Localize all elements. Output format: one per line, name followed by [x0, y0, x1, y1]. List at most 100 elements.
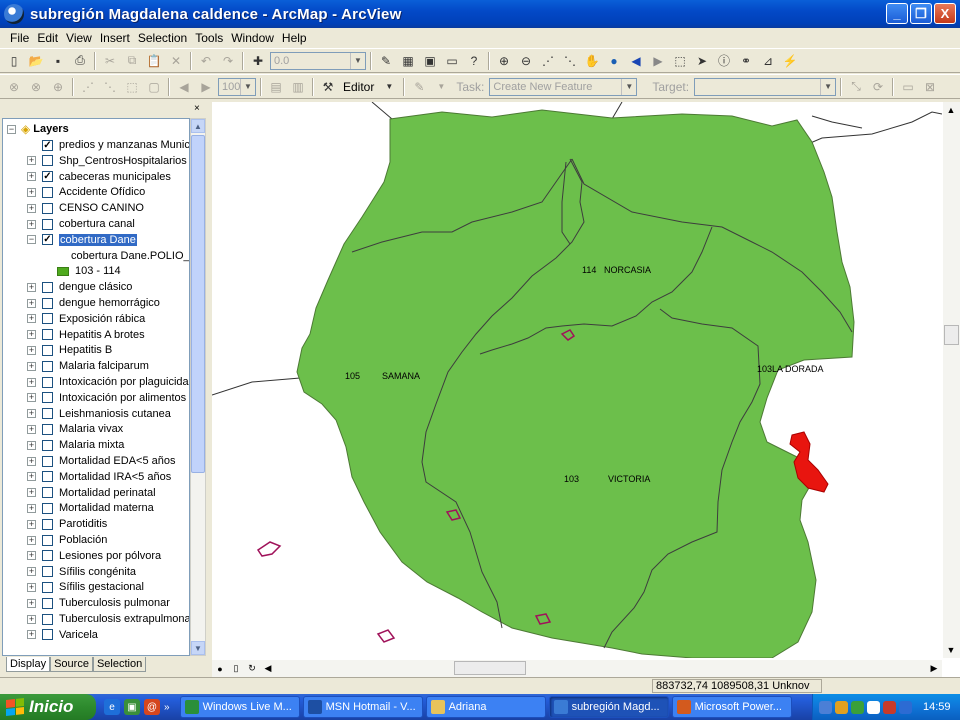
layer-row[interactable]: + Malaria vivax	[3, 421, 123, 437]
layer-row[interactable]: + Leishmaniosis cutanea	[3, 406, 171, 422]
layer-row[interactable]: + Intoxicación por plaguicidas	[3, 374, 189, 390]
layer-visibility-checkbox[interactable]: ✓	[42, 234, 53, 246]
layer-name[interactable]: Accidente Ofídico	[59, 186, 145, 198]
taskbar-button[interactable]: subregión Magd...	[548, 696, 669, 718]
taskbar-button[interactable]: MSN Hotmail - V...	[302, 696, 423, 718]
select-elements-icon[interactable]: ➤	[692, 51, 712, 71]
editor-toolbar-icon[interactable]: ✎	[376, 51, 396, 71]
layer-row[interactable]: + Sífilis congénita	[3, 564, 136, 580]
outlook-icon[interactable]: @	[144, 699, 160, 715]
menu-view[interactable]: View	[62, 31, 96, 45]
scroll-left-icon[interactable]: ◀	[260, 661, 276, 677]
save-icon[interactable]: ▪	[48, 51, 68, 71]
menu-edit[interactable]: Edit	[33, 31, 62, 45]
back-extent-icon[interactable]: ◀	[626, 51, 646, 71]
layer-visibility-checkbox[interactable]	[42, 566, 53, 578]
sketch-properties-icon[interactable]: ⊠	[920, 77, 940, 97]
layout-fixed-zoom-out-icon[interactable]: ⋱	[100, 77, 120, 97]
toc-scroll-thumb[interactable]	[191, 135, 205, 473]
georef-icon-2[interactable]: ⊗	[26, 77, 46, 97]
editor-menu[interactable]: Editor	[340, 80, 377, 94]
layer-name[interactable]: Exposición rábica	[59, 313, 145, 325]
map-scale-combo[interactable]: 0.0 ▼	[270, 51, 366, 70]
layer-row[interactable]: + dengue hemorrágico	[3, 295, 160, 311]
expand-icon[interactable]: +	[27, 361, 36, 371]
msn-icon[interactable]	[835, 700, 848, 714]
expand-icon[interactable]: +	[27, 377, 36, 387]
layer-row[interactable]: ✓ predios y manzanas Municip	[3, 137, 189, 153]
layer-row[interactable]: + Intoxicación por alimentos	[3, 390, 186, 406]
layer-visibility-checkbox[interactable]: ✓	[42, 139, 53, 151]
expand-icon[interactable]: +	[27, 630, 36, 640]
expand-icon[interactable]: +	[27, 488, 36, 498]
focus-frame-icon[interactable]: ▥	[288, 77, 308, 97]
chevron-down-icon[interactable]: ▼	[621, 78, 637, 95]
layer-row[interactable]: + ✓ cabeceras municipales	[3, 169, 171, 185]
layer-name[interactable]: cobertura canal	[59, 218, 135, 230]
identify-icon[interactable]: ⓘ	[714, 51, 734, 71]
layer-name[interactable]: dengue clásico	[59, 281, 132, 293]
map-canvas[interactable]: 114 NORCASIA 105 SAMANA 103LA DORADA 103…	[212, 102, 942, 658]
menu-help[interactable]: Help	[278, 31, 311, 45]
scroll-up-icon[interactable]: ▲	[191, 119, 205, 133]
sketch-tool-icon[interactable]: ✎	[409, 77, 429, 97]
layer-visibility-checkbox[interactable]	[42, 550, 53, 562]
scroll-down-icon[interactable]: ▼	[943, 642, 959, 658]
chevron-down-icon[interactable]: ▼	[350, 52, 365, 69]
layer-row[interactable]: + Población	[3, 532, 107, 548]
layer-row[interactable]: + Lesiones por pólvora	[3, 548, 161, 564]
layers-root[interactable]: − ◈ Layers	[3, 121, 69, 137]
scroll-right-icon[interactable]: ▶	[926, 661, 942, 677]
network-icon[interactable]	[819, 700, 832, 714]
expand-icon[interactable]: +	[27, 219, 36, 229]
expand-icon[interactable]: +	[27, 424, 36, 434]
layer-row[interactable]: + Mortalidad IRA<5 años	[3, 469, 171, 485]
chevron-down-icon[interactable]: ▼	[240, 78, 255, 95]
layout-back-icon[interactable]: ◀	[174, 77, 194, 97]
expand-icon[interactable]: +	[27, 519, 36, 529]
map-vscroll-thumb[interactable]	[944, 325, 959, 345]
layer-name[interactable]: cabeceras municipales	[59, 171, 171, 183]
layer-name[interactable]: Shp_CentrosHospitalarios	[59, 155, 187, 167]
layer-visibility-checkbox[interactable]	[42, 518, 53, 530]
layer-name[interactable]: Tuberculosis pulmonar	[59, 597, 170, 609]
expand-icon[interactable]: +	[27, 203, 36, 213]
expand-icon[interactable]: +	[27, 614, 36, 624]
expand-icon[interactable]: +	[27, 456, 36, 466]
layout-forward-icon[interactable]: ▶	[196, 77, 216, 97]
add-data-icon[interactable]: ✚	[248, 51, 268, 71]
small-parcel[interactable]	[256, 541, 282, 557]
layer-name[interactable]: Hepatitis A brotes	[59, 329, 145, 341]
layer-visibility-checkbox[interactable]	[42, 455, 53, 467]
layer-visibility-checkbox[interactable]	[42, 629, 53, 641]
layer-visibility-checkbox[interactable]	[42, 281, 53, 293]
layer-row[interactable]: + Mortalidad materna	[3, 500, 154, 516]
arctoolbox-icon[interactable]: ▣	[420, 51, 440, 71]
zoom-in-icon[interactable]: ⊕	[494, 51, 514, 71]
arccatalog-icon[interactable]: ▦	[398, 51, 418, 71]
layer-name[interactable]: Malaria mixta	[59, 439, 124, 451]
menu-selection[interactable]: Selection	[134, 31, 191, 45]
chevron-down-icon[interactable]: ▼	[379, 77, 399, 97]
volume-icon[interactable]	[899, 700, 912, 714]
paste-icon[interactable]: 📋	[144, 51, 164, 71]
redo-icon[interactable]: ↷	[218, 51, 238, 71]
pan-hand-icon[interactable]: ✋	[582, 51, 602, 71]
scroll-up-icon[interactable]: ▲	[943, 102, 959, 118]
layer-name[interactable]: Hepatitis B	[59, 344, 112, 356]
expand-icon[interactable]: +	[27, 535, 36, 545]
layer-name[interactable]: Lesiones por pólvora	[59, 550, 161, 562]
tab-selection[interactable]: Selection	[92, 657, 147, 672]
toggle-draft-icon[interactable]: ▤	[266, 77, 286, 97]
layer-row[interactable]: − ✓ cobertura Dane	[3, 232, 137, 248]
small-parcel[interactable]	[376, 629, 396, 643]
menu-insert[interactable]: Insert	[96, 31, 134, 45]
layer-visibility-checkbox[interactable]	[42, 487, 53, 499]
layer-row[interactable]: + Tuberculosis pulmonar	[3, 595, 170, 611]
layer-row[interactable]: + Shp_CentrosHospitalarios	[3, 153, 187, 169]
rotate-icon[interactable]: ⟳	[868, 77, 888, 97]
layer-visibility-checkbox[interactable]	[42, 534, 53, 546]
zoom-out-icon[interactable]: ⊖	[516, 51, 536, 71]
expand-icon[interactable]: +	[27, 393, 36, 403]
target-combo[interactable]: ▼	[694, 77, 837, 96]
